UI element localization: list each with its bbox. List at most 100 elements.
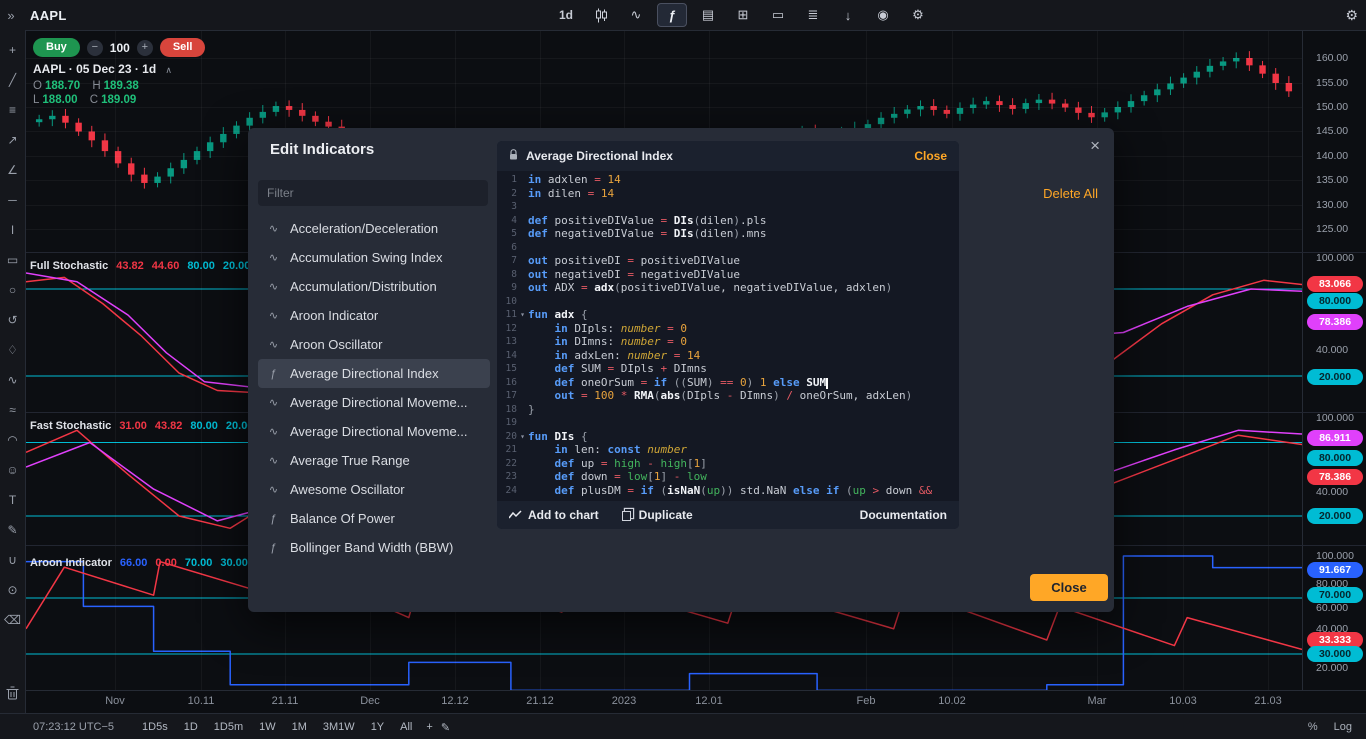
pencil-tool-icon[interactable]: ✎ xyxy=(3,520,23,540)
indicator-item[interactable]: ƒ Balance Of Power xyxy=(258,504,490,533)
range-button-1d[interactable]: 1D xyxy=(178,718,204,736)
chevron-up-icon[interactable]: ∧ xyxy=(165,65,172,75)
fold-arrow-icon[interactable]: ▾ xyxy=(517,308,528,322)
quantity-plus-button[interactable]: + xyxy=(136,39,153,56)
curve-tool-icon[interactable]: ↺ xyxy=(3,310,23,330)
edit-range-icon[interactable]: ✎ xyxy=(441,721,450,734)
symbol-label[interactable]: AAPL xyxy=(30,8,67,23)
chart-type-icon[interactable] xyxy=(587,4,615,26)
legend-title[interactable]: AAPL · 05 Dec 23 · 1d xyxy=(33,62,156,76)
add-to-chart-button[interactable]: Add to chart xyxy=(509,508,599,522)
grid-line xyxy=(26,58,1302,59)
pane-value: 31.00 xyxy=(119,420,147,432)
crosshair-icon[interactable]: + xyxy=(3,40,23,60)
dialog-close-button[interactable]: Close xyxy=(1030,574,1108,601)
interval-button[interactable]: 1d xyxy=(552,4,580,26)
panel-settings-icon[interactable]: ⚙ xyxy=(1345,0,1358,30)
time-label: Mar xyxy=(1087,695,1107,707)
indicators-fx-button[interactable]: ƒ xyxy=(657,3,687,27)
log-scale-button[interactable]: Log xyxy=(1334,721,1352,733)
code-line: 19 xyxy=(497,416,959,430)
range-button-3m1w[interactable]: 3M1W xyxy=(317,718,361,736)
pane-value: 44.60 xyxy=(151,260,180,272)
time-axis[interactable]: Nov 10.11 21.11 Dec 12.12 21.12 2023 12.01 Feb 10… xyxy=(26,690,1366,713)
snapshot-icon[interactable]: ◉ xyxy=(869,4,897,26)
documentation-link[interactable]: Documentation xyxy=(860,508,947,522)
code-line: 11 ▾ fun adx { xyxy=(497,308,959,322)
editor-title: Average Directional Index xyxy=(526,149,673,163)
indicator-item[interactable]: ∿ Average True Range xyxy=(258,446,490,475)
shapes-tool-icon[interactable]: ♢ xyxy=(3,340,23,360)
line-number: 24 xyxy=(505,484,517,496)
trendline-icon[interactable]: ╱ xyxy=(3,70,23,90)
indicator-item[interactable]: ∿ Accumulation Swing Index xyxy=(258,243,490,272)
range-button-1w[interactable]: 1W xyxy=(253,718,282,736)
save-layout-icon[interactable]: ▭ xyxy=(764,4,792,26)
indicator-templates-icon[interactable]: ▤ xyxy=(694,4,722,26)
pane-title[interactable]: Aroon Indicator xyxy=(30,557,112,569)
code-line: 23 def down = low[1] - low xyxy=(497,470,959,484)
buy-button[interactable]: Buy xyxy=(33,38,80,57)
delete-all-button[interactable]: Delete All xyxy=(1043,186,1098,201)
fib-retracement-icon[interactable]: ≡ xyxy=(3,100,23,120)
indicator-item[interactable]: ∿ Accumulation/Distribution xyxy=(258,272,490,301)
indicator-item[interactable]: ƒ Bollinger Band Width (BBW) xyxy=(258,533,490,562)
text-tool-icon[interactable]: T xyxy=(3,490,23,510)
editor-close-button[interactable]: Close xyxy=(914,149,947,163)
range-button-1y[interactable]: 1Y xyxy=(365,718,390,736)
ellipse-tool-icon[interactable]: ○ xyxy=(3,280,23,300)
script-editor: Average Directional Index Close 1 in adxl… xyxy=(496,140,960,530)
lock-tool-icon[interactable]: ⊙ xyxy=(3,580,23,600)
indicator-label: Balance Of Power xyxy=(290,511,395,526)
lock-icon xyxy=(509,149,518,163)
indicator-item[interactable]: ∿ Awesome Oscillator xyxy=(258,475,490,504)
trash-icon[interactable] xyxy=(6,686,19,703)
filter-input[interactable] xyxy=(258,180,488,206)
indicator-item[interactable]: ∿ Aroon Indicator xyxy=(258,301,490,330)
fold-arrow-icon[interactable]: ▾ xyxy=(517,430,528,444)
elliott-wave-icon[interactable]: ≈ xyxy=(3,400,23,420)
price-label: 40.000 xyxy=(1316,486,1349,498)
collapse-sidebar-icon[interactable]: » xyxy=(0,8,22,23)
horizontal-line-icon[interactable]: ─ xyxy=(3,190,23,210)
add-range-button[interactable]: + xyxy=(426,721,432,733)
clock-label[interactable]: 07:23:12 UTC−5 xyxy=(33,721,114,733)
magnet-tool-icon[interactable]: ∪ xyxy=(3,550,23,570)
code-area[interactable]: 1 in adxlen = 14 2 in dilen = 14 3 4 def posit… xyxy=(497,171,959,501)
right-axis[interactable]: 160.00 155.00 150.00 145.00 140.00 135.00 130.… xyxy=(1302,30,1366,690)
indicator-item[interactable]: ∿ Aroon Oscillator xyxy=(258,330,490,359)
compare-icon[interactable]: ∿ xyxy=(622,4,650,26)
measure-tool-icon[interactable]: ∠ xyxy=(3,160,23,180)
chart-settings-icon[interactable]: ⚙ xyxy=(904,4,932,26)
indicator-label: Awesome Oscillator xyxy=(290,482,405,497)
arrow-tool-icon[interactable]: ↗ xyxy=(3,130,23,150)
eraser-tool-icon[interactable]: ⌫ xyxy=(3,610,23,630)
quantity-minus-button[interactable]: − xyxy=(86,39,103,56)
percent-scale-button[interactable]: % xyxy=(1308,721,1318,733)
export-icon[interactable]: ↓ xyxy=(834,4,862,26)
arc-tool-icon[interactable]: ◠ xyxy=(3,430,23,450)
duplicate-button[interactable]: Duplicate xyxy=(619,508,693,522)
emoji-tool-icon[interactable]: ☺ xyxy=(3,460,23,480)
rectangle-tool-icon[interactable]: ▭ xyxy=(3,250,23,270)
code-line: 7 out positiveDI = positiveDIValue xyxy=(497,254,959,268)
quantity-value[interactable]: 100 xyxy=(110,41,130,55)
close-icon[interactable]: × xyxy=(1090,136,1100,156)
range-button-1d5s[interactable]: 1D5s xyxy=(136,718,174,736)
indicator-item[interactable]: ƒ Average Directional Index xyxy=(258,359,490,388)
indicator-item[interactable]: ∿ Average Directional Moveme... xyxy=(258,388,490,417)
pane-title[interactable]: Fast Stochastic xyxy=(30,420,111,432)
pane-title[interactable]: Full Stochastic xyxy=(30,260,108,272)
range-button-1d5m[interactable]: 1D5m xyxy=(208,718,249,736)
layout-grid-icon[interactable]: ⊞ xyxy=(729,4,757,26)
cursor-tool-icon[interactable]: I xyxy=(3,220,23,240)
ohlc-row-1: O 188.70 H 189.38 xyxy=(33,80,172,92)
wave-tool-icon[interactable]: ∿ xyxy=(3,370,23,390)
range-button-all[interactable]: All xyxy=(394,718,418,736)
indicator-item[interactable]: ∿ Average Directional Moveme... xyxy=(258,417,490,446)
range-button-1m[interactable]: 1M xyxy=(286,718,313,736)
sell-button[interactable]: Sell xyxy=(159,38,206,57)
indicator-item[interactable]: ∿ Acceleration/Deceleration xyxy=(258,214,490,243)
object-tree-icon[interactable]: ≣ xyxy=(799,4,827,26)
wave-icon: ∿ xyxy=(268,484,279,496)
